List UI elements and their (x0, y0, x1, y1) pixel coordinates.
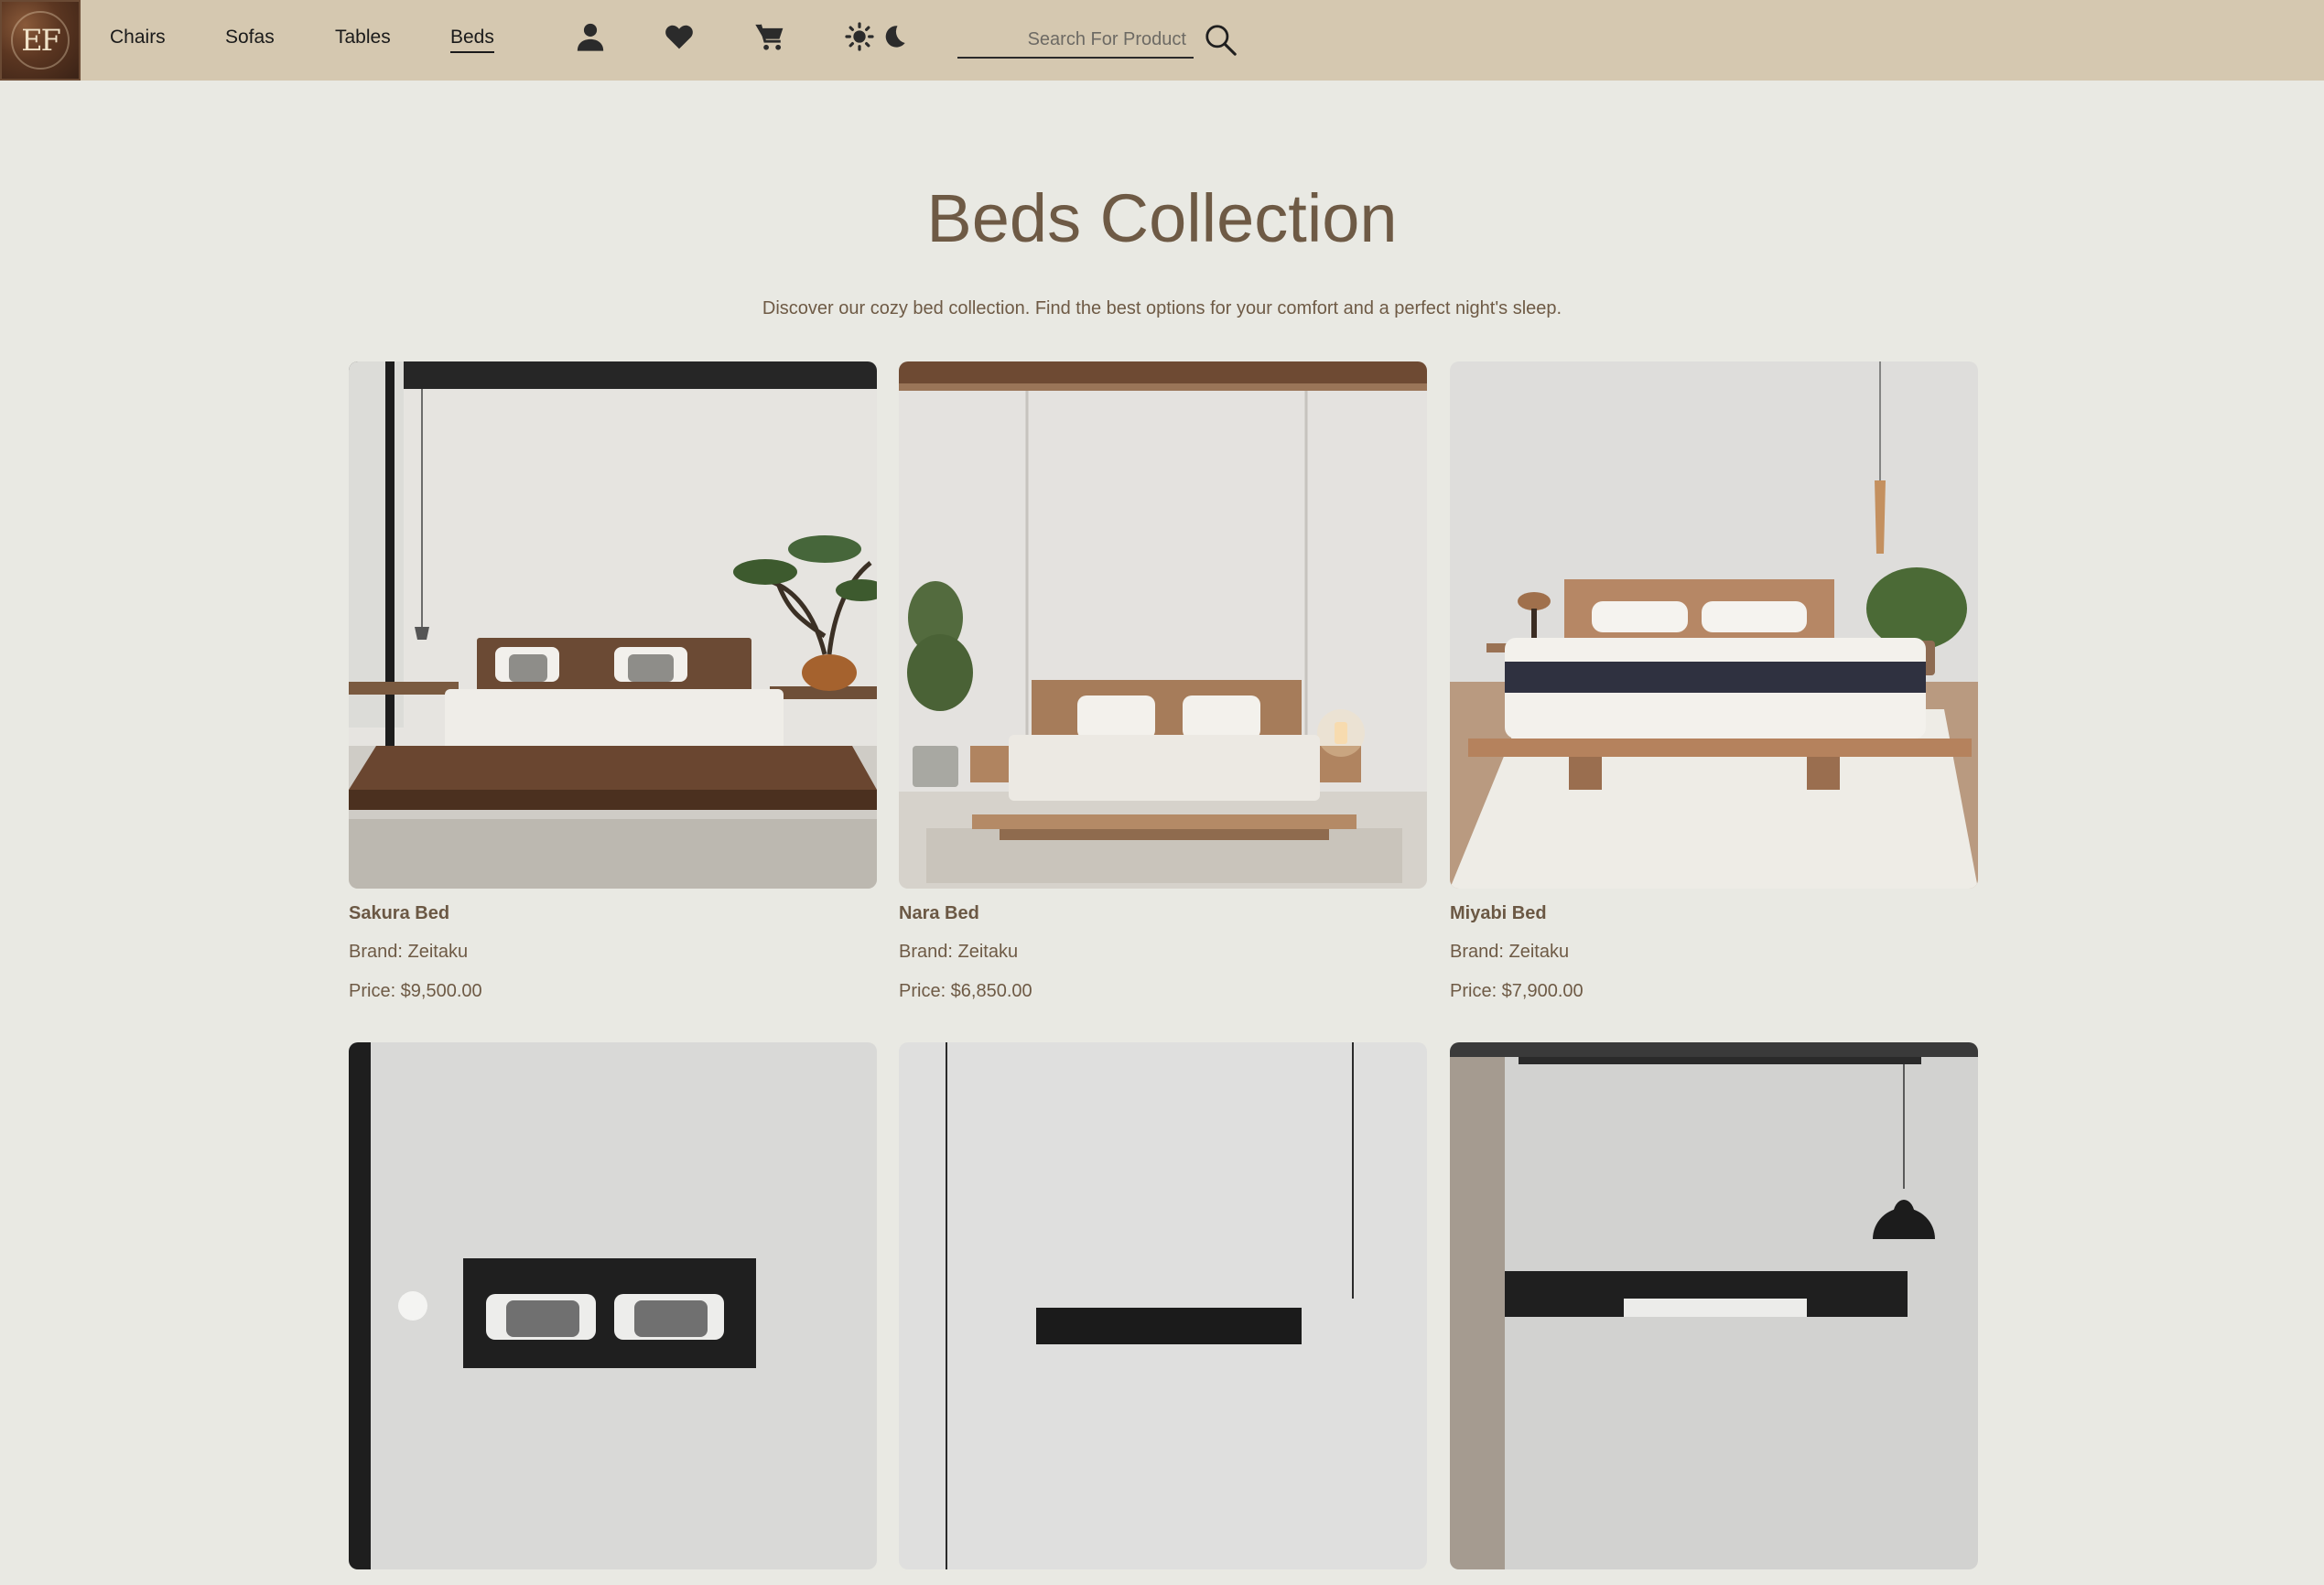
search-icon[interactable] (1205, 24, 1238, 57)
product-price: Price: $9,500.00 (349, 981, 482, 1001)
logo-emblem: EF (11, 11, 70, 70)
search-bar (957, 22, 1194, 59)
nav-beds[interactable]: Beds (450, 26, 494, 53)
product-price: Price: $6,850.00 (899, 981, 1032, 1001)
brand-logo[interactable]: EF (0, 0, 81, 81)
moon-icon[interactable] (878, 20, 911, 53)
user-icon[interactable] (574, 20, 607, 53)
product-card[interactable] (1450, 1042, 1978, 1585)
nav-chairs[interactable]: Chairs (110, 26, 166, 49)
product-name[interactable]: Nara Bed (899, 901, 1427, 925)
product-image[interactable] (899, 361, 1427, 889)
product-card[interactable] (899, 1042, 1427, 1585)
heart-icon[interactable] (663, 20, 696, 53)
product-card[interactable]: Miyabi Bed Brand: Zeitaku Price: $7,900.… (1450, 361, 1978, 1003)
product-image[interactable] (349, 1042, 877, 1569)
sun-icon[interactable] (843, 20, 876, 53)
product-name[interactable]: Miyabi Bed (1450, 901, 1978, 925)
product-price: Price: $7,900.00 (1450, 981, 1584, 1001)
product-brand: Brand: Zeitaku (349, 942, 469, 962)
nav-sofas[interactable]: Sofas (225, 26, 275, 49)
product-image[interactable] (1450, 361, 1978, 889)
product-card[interactable]: Sakura Bed Brand: Zeitaku Price: $9,500.… (349, 361, 877, 1003)
product-image[interactable] (349, 361, 877, 889)
product-card[interactable]: Nara Bed Brand: Zeitaku Price: $6,850.00 (899, 361, 1427, 1003)
product-name[interactable]: Sakura Bed (349, 901, 877, 925)
page-subtitle: Discover our cozy bed collection. Find t… (762, 298, 1562, 318)
top-navbar: EF Chairs Sofas Tables Beds (0, 0, 2324, 81)
product-image[interactable] (899, 1042, 1427, 1569)
product-brand: Brand: Zeitaku (1450, 942, 1570, 962)
product-image[interactable] (1450, 1042, 1978, 1569)
page-title: Beds Collection (926, 180, 1398, 256)
search-input[interactable] (957, 22, 1194, 57)
product-card[interactable] (349, 1042, 877, 1585)
logo-text: EF (21, 23, 61, 58)
product-brand: Brand: Zeitaku (899, 942, 1019, 962)
cart-icon[interactable] (753, 20, 786, 53)
nav-tables[interactable]: Tables (335, 26, 391, 49)
